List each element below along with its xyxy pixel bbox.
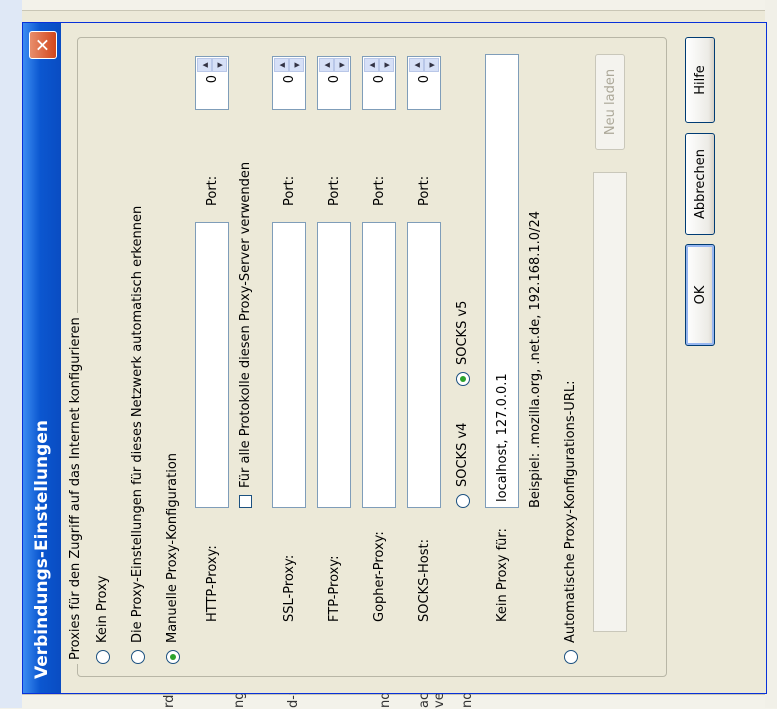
auto-detect-option[interactable]: Die Proxy-Einstellungen für dieses Netzw… (130, 206, 145, 664)
no-proxy-label: Kein Proxy (95, 575, 110, 643)
close-button[interactable]: ✕ (29, 31, 57, 59)
manual-proxy-radio[interactable] (165, 650, 180, 664)
dialog-title: Verbindungs-Einstellungen (32, 420, 52, 679)
socks-port-spinner[interactable]: ▲ ▼ (409, 58, 439, 72)
auto-detect-label: Die Proxy-Einstellungen für dieses Netzw… (130, 205, 145, 643)
http-proxy-label: HTTP-Proxy: (205, 545, 220, 622)
auto-detect-radio[interactable] (130, 650, 145, 664)
cancel-button[interactable]: Abbrechen (685, 133, 715, 235)
http-proxy-input[interactable] (195, 222, 229, 508)
http-port-value: 0 (204, 75, 220, 84)
spin-down-icon[interactable]: ▼ (379, 58, 394, 72)
socks-v5-label: SOCKS v5 (455, 300, 470, 365)
auto-url-label: Automatische Proxy-Konfigurations-URL: (563, 380, 578, 643)
ssl-port-spinner[interactable]: ▲ ▼ (274, 58, 304, 72)
no-proxy-for-label: Kein Proxy für: (495, 528, 510, 622)
auto-url-option[interactable]: Automatische Proxy-Konfigurations-URL: (563, 381, 578, 664)
ssl-proxy-label: SSL-Proxy: (282, 554, 297, 622)
ftp-port-spinner[interactable]: ▲ ▼ (319, 58, 349, 72)
socks-v4-radio[interactable] (455, 494, 470, 508)
gopher-port-input[interactable]: 0 ▲ ▼ (362, 56, 396, 110)
background-text-fragment: ac (417, 692, 432, 708)
spin-down-icon[interactable]: ▼ (334, 58, 349, 72)
socks-port-input[interactable]: 0 ▲ ▼ (407, 56, 441, 110)
ssl-port-input[interactable]: 0 ▲ ▼ (272, 56, 306, 110)
ssl-proxy-input[interactable] (272, 222, 306, 508)
socks-v5-option[interactable]: SOCKS v5 (455, 301, 470, 386)
all-protocols-label: Für alle Protokolle diesen Proxy-Server … (238, 161, 253, 488)
auto-url-radio[interactable] (563, 650, 578, 664)
ssl-port-value: 0 (281, 75, 297, 84)
ftp-proxy-input[interactable] (317, 222, 351, 508)
help-button[interactable]: Hilfe (685, 37, 715, 123)
background-text-fragment: ve (432, 692, 447, 708)
manual-proxy-label: Manuelle Proxy-Konfiguration (165, 452, 180, 643)
group-legend: Proxies für den Zugriff auf das Internet… (68, 313, 83, 664)
gopher-port-label: Port: (372, 175, 387, 206)
no-proxy-for-input[interactable]: localhost, 127.0.0.1 (485, 54, 519, 508)
gopher-port-spinner[interactable]: ▲ ▼ (364, 58, 394, 72)
connection-settings-dialog: Verbindungs-Einstellungen ✕ Proxies für … (22, 22, 767, 694)
background-window-top (0, 0, 777, 11)
socks-port-label: Port: (417, 175, 432, 206)
ftp-port-label: Port: (327, 175, 342, 206)
manual-proxy-option[interactable]: Manuelle Proxy-Konfiguration (165, 453, 180, 664)
http-port-spinner[interactable]: ▲ ▼ (197, 58, 227, 72)
spin-up-icon[interactable]: ▲ (274, 58, 289, 72)
spin-up-icon[interactable]: ▲ (197, 58, 212, 72)
spin-up-icon[interactable]: ▲ (364, 58, 379, 72)
ssl-port-label: Port: (282, 175, 297, 206)
auto-url-input[interactable] (593, 172, 627, 632)
proxy-settings-group: Proxies für den Zugriff auf das Internet… (68, 37, 667, 677)
spin-down-icon[interactable]: ▼ (424, 58, 439, 72)
socks-v4-label: SOCKS v4 (455, 422, 470, 487)
http-port-label: Port: (205, 175, 220, 206)
gopher-proxy-input[interactable] (362, 222, 396, 508)
socks-host-input[interactable] (407, 222, 441, 508)
all-protocols-option[interactable]: Für alle Protokolle diesen Proxy-Server … (238, 162, 253, 508)
background-window-left (0, 0, 22, 708)
no-proxy-example: Beispiel: .mozilla.org, .net.de, 192.168… (528, 211, 543, 508)
all-protocols-checkbox[interactable] (239, 495, 252, 508)
spin-down-icon[interactable]: ▼ (212, 58, 227, 72)
gopher-proxy-label: Gopher-Proxy: (372, 531, 387, 622)
no-proxy-radio[interactable] (95, 650, 110, 664)
close-icon: ✕ (32, 37, 54, 53)
no-proxy-option[interactable]: Kein Proxy (95, 576, 110, 664)
title-bar: Verbindungs-Einstellungen ✕ (23, 23, 61, 693)
dialog-content: Proxies für den Zugriff auf das Internet… (61, 23, 766, 693)
ftp-proxy-label: FTP-Proxy: (327, 555, 342, 622)
ok-button[interactable]: OK (685, 244, 715, 346)
reload-button[interactable]: Neu laden (595, 54, 625, 150)
spin-up-icon[interactable]: ▲ (319, 58, 334, 72)
spin-up-icon[interactable]: ▲ (409, 58, 424, 72)
socks-v4-option[interactable]: SOCKS v4 (455, 423, 470, 508)
socks-port-value: 0 (416, 75, 432, 84)
ftp-port-value: 0 (326, 75, 342, 84)
spin-down-icon[interactable]: ▼ (289, 58, 304, 72)
ftp-port-input[interactable]: 0 ▲ ▼ (317, 56, 351, 110)
socks-v5-radio[interactable] (455, 372, 470, 386)
gopher-port-value: 0 (371, 75, 387, 84)
socks-host-label: SOCKS-Host: (417, 538, 432, 622)
http-port-input[interactable]: 0 ▲ ▼ (195, 56, 229, 110)
